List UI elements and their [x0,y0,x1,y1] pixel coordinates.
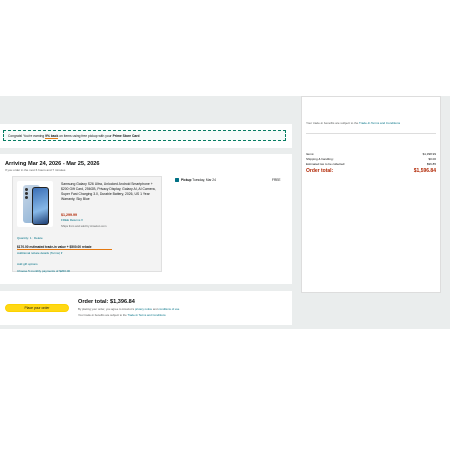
pickup-checkbox[interactable] [175,178,179,182]
summary-row-items: Items: $1,398.99 [306,152,436,156]
summary-divider [306,133,436,134]
order-terms: By placing your order, you agree to Amaz… [78,307,179,311]
monthly-payments-link[interactable]: Choose 5 monthly payments of $260.00 [17,269,70,273]
chevron-down-icon: ▾ [60,251,63,255]
tradein-underline [17,249,112,250]
summary-tradein-note: Your trade-in benefits are subject to th… [306,121,436,125]
promo-highlight: 9% back [45,134,59,139]
privacy-notice-link[interactable]: privacy notice [135,307,152,311]
pickup-label: Pickup [181,178,192,182]
promo-prefix: Congrats! You're earning [8,134,46,138]
summary-label: Items: [306,152,315,156]
order-tradein-prefix: Your trade-in benefits are subject to th… [78,313,127,317]
place-order-button[interactable]: Place your order [5,304,69,312]
phone-front-image [32,187,49,225]
terms-and: and [152,307,158,311]
promo-banner: Congrats! You're earning 9% back on item… [3,130,286,141]
summary-row-tax: Estimated tax to be collected: $96.85 [306,162,436,166]
free-returns-link[interactable]: FREE Returns ▾ [61,218,83,222]
order-tradein-terms: Your trade-in benefits are subject to th… [78,313,166,317]
promo-middle: on items using free pickup with your [58,134,113,138]
product-price: $1,299.99 [61,213,77,217]
summary-value: $96.85 [426,162,436,166]
quantity-select[interactable]: Quantity: 1 [17,236,32,240]
chevron-down-icon: ▾ [81,218,83,222]
product-image[interactable] [17,181,53,227]
place-order-panel: Place your order Order total: $1,396.84 … [0,291,292,325]
order-tradein-link[interactable]: Trade-In Terms and Conditions [127,313,165,317]
arrival-subtitle: If you order in the next 6 hours and 7 m… [5,168,66,172]
summary-value: $1,398.99 [422,152,436,156]
summary-label: Shipping & handling: [306,157,334,161]
free-returns-label: FREE Returns [61,218,81,222]
order-total: Order total: $1,396.84 [78,299,135,305]
delete-link[interactable]: Delete [34,236,43,240]
summary-tradein-text: Your trade-in benefits are subject to th… [306,121,359,125]
order-summary-panel: Your trade-in benefits are subject to th… [301,96,441,293]
quantity-row: Quantity: 1 | Delete [17,236,43,240]
gift-options-link[interactable]: Add gift options [17,262,38,266]
summary-total-value: $1,596.84 [413,168,436,174]
pickup-price: FREE [272,178,281,182]
summary-row-shipping: Shipping & handling: $0.00 [306,157,436,161]
summary-tradein-link[interactable]: Trade-In Terms and Conditions [359,121,400,125]
sold-by-text: Ships from and sold by Amazon.com [61,224,107,228]
conditions-of-use-link[interactable]: conditions of use [158,307,179,311]
summary-label: Estimated tax to be collected: [306,162,346,166]
arrival-title: Arriving Mar 24, 2026 - Mar 25, 2026 [5,161,100,167]
summary-total-label: Order total: [306,168,334,174]
cart-item: Samsung Galaxy S26 Ultra, Unlocked Andro… [12,176,162,273]
promo-card: Prime Store Card [112,134,140,138]
pickup-option[interactable]: Pickup Tuesday, Mar 24 [181,178,216,182]
summary-row-total: Order total: $1,596.84 [306,168,436,174]
tradein-details-link[interactable]: Additional rebate details (Terms) ▾ [17,251,62,255]
promo-panel: Congrats! You're earning 9% back on item… [0,124,292,148]
delivery-panel: Arriving Mar 24, 2026 - Mar 25, 2026 If … [0,154,292,284]
product-title[interactable]: Samsung Galaxy S26 Ultra, Unlocked Andro… [61,182,157,202]
terms-prefix: By placing your order, you agree to Amaz… [78,307,135,311]
pickup-date: Tuesday, Mar 24 [192,178,216,182]
summary-value: $0.00 [428,157,436,161]
tradein-details-label: Additional rebate details (Terms) [17,251,61,255]
